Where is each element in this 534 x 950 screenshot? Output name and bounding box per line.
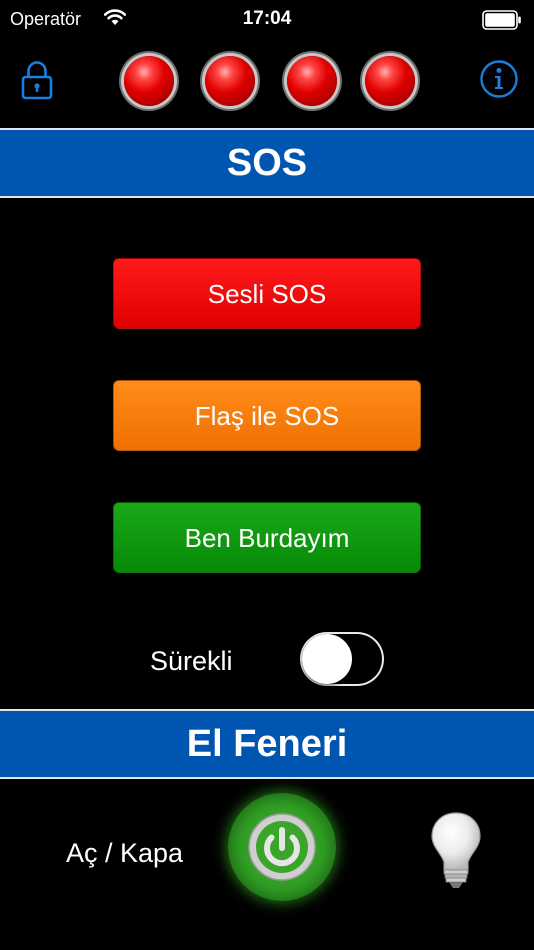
power-icon	[248, 813, 316, 881]
battery-icon	[482, 10, 522, 35]
toolbar	[0, 48, 534, 120]
clock: 17:04	[242, 8, 292, 29]
continuous-label: Sürekli	[150, 646, 233, 676]
im-here-button[interactable]: Ben Burdayım	[113, 502, 421, 573]
lock-icon[interactable]	[20, 60, 54, 105]
continuous-toggle[interactable]	[300, 632, 384, 686]
sos-section-title: SOS	[226, 142, 308, 184]
indicator-light-4	[365, 56, 415, 106]
info-icon[interactable]	[479, 59, 519, 104]
status-bar: Operatör 17:04	[0, 0, 534, 40]
indicator-light-1	[124, 56, 174, 106]
torch-section-header: El Feneri	[0, 709, 534, 779]
torch-section-title: El Feneri	[186, 723, 348, 765]
torch-on-off-label: Aç / Kapa	[66, 838, 184, 868]
toggle-knob	[302, 634, 352, 684]
sos-section-header: SOS	[0, 128, 534, 198]
sound-sos-button[interactable]: Sesli SOS	[113, 258, 421, 329]
flash-sos-button[interactable]: Flaş ile SOS	[113, 380, 421, 451]
torch-power-button[interactable]	[228, 793, 336, 901]
indicator-light-2	[205, 56, 255, 106]
indicator-light-3	[287, 56, 337, 106]
light-bulb-icon	[427, 810, 485, 897]
